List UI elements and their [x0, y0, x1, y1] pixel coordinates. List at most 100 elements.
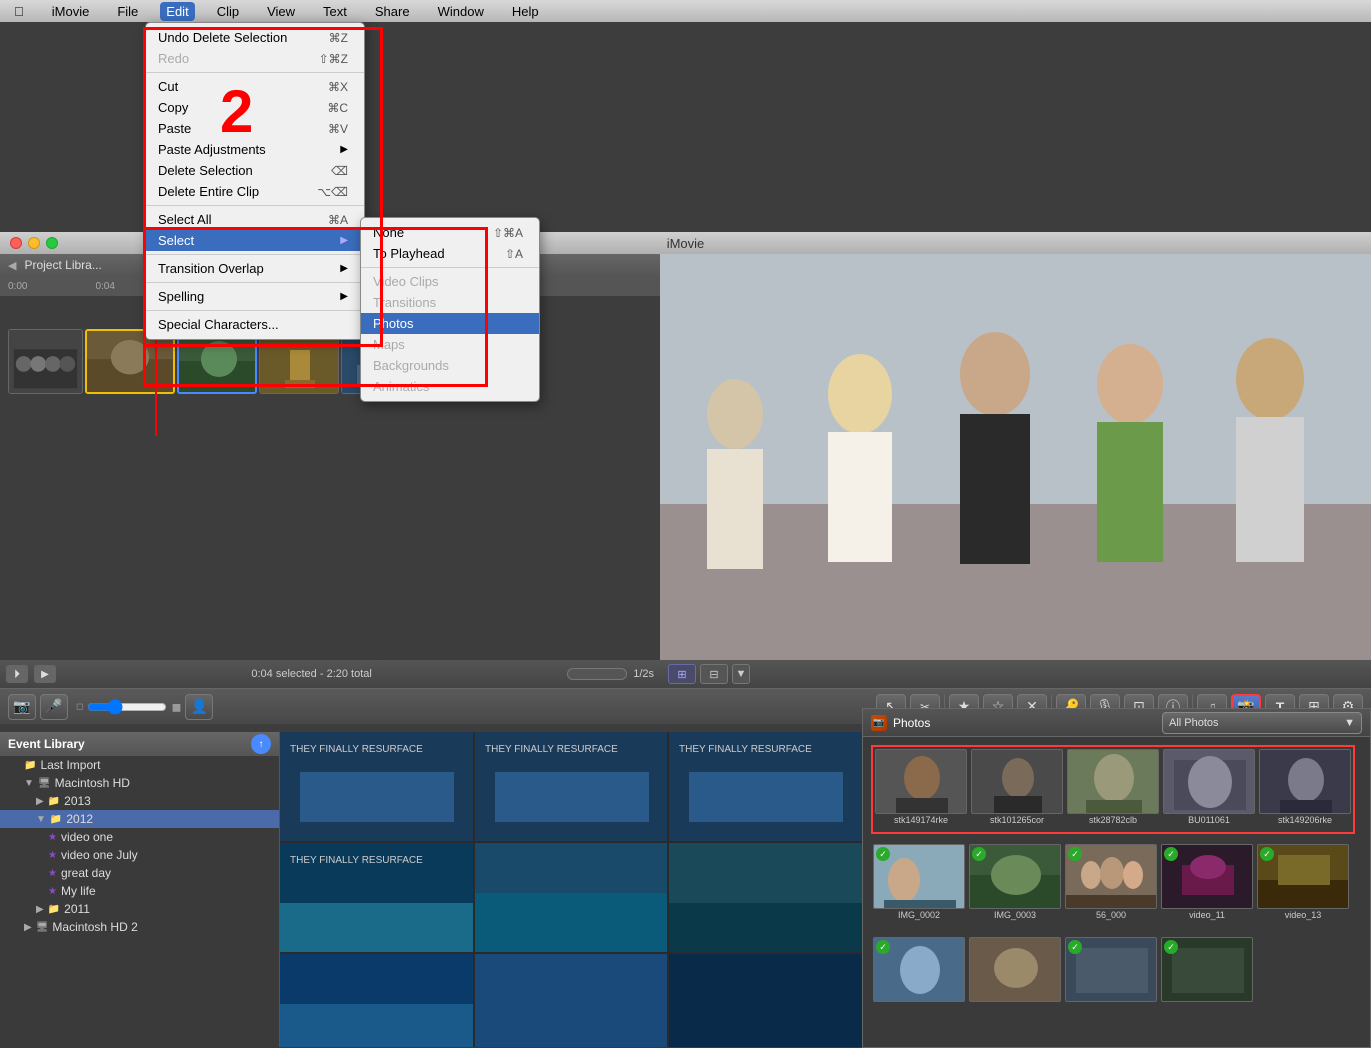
- event-thumb-8[interactable]: [475, 954, 668, 1047]
- tree-item-great-day[interactable]: ★ great day: [0, 864, 279, 882]
- photo-caption-8: 56_000: [1096, 910, 1126, 920]
- tree-item-video-one[interactable]: ★ video one: [0, 828, 279, 846]
- separator-1: [146, 72, 364, 73]
- imovie-menu[interactable]: iMovie: [46, 2, 96, 21]
- photo-item-9[interactable]: ✓ video_11: [1161, 844, 1253, 925]
- photo-caption-10: video_13: [1285, 910, 1322, 920]
- tree-item-2013[interactable]: ▶ 📁 2013: [0, 792, 279, 810]
- event-thumb-5[interactable]: [475, 843, 668, 952]
- menu-delete-entire-clip[interactable]: Delete Entire Clip ⌥⌫: [146, 181, 364, 202]
- tree-item-macintosh-hd2[interactable]: ▶ 🖥 Macintosh HD 2: [0, 918, 279, 936]
- photo-item-7[interactable]: ✓ IMG_0003: [969, 844, 1061, 925]
- window-controls: [10, 237, 58, 249]
- imovie-window: iMovie ◀ Project Libra... 0:00 0:04 0:08…: [0, 22, 1371, 1026]
- annotation-number: 2: [220, 77, 253, 146]
- event-library-icon[interactable]: ↑: [251, 734, 271, 754]
- event-thumbnails: THEY FINALLY RESURFACE THEY FINALLY RESU…: [280, 732, 862, 1047]
- event-thumb-9[interactable]: [669, 954, 862, 1047]
- photo-item-11[interactable]: ✓: [873, 937, 965, 1007]
- menu-undo[interactable]: Undo Delete Selection ⌘Z: [146, 27, 364, 48]
- view-mode-button-1[interactable]: ⊞: [668, 664, 696, 684]
- menu-copy[interactable]: Copy ⌘C: [146, 97, 364, 118]
- tree-item-my-life[interactable]: ★ My life: [0, 882, 279, 900]
- play-button[interactable]: ▶: [34, 665, 56, 683]
- event-thumb-1[interactable]: THEY FINALLY RESURFACE: [280, 732, 473, 841]
- photo-item-13[interactable]: ✓: [1065, 937, 1157, 1007]
- photo-item-5[interactable]: stk149206rke: [1259, 749, 1351, 830]
- menu-select-all[interactable]: Select All ⌘A: [146, 209, 364, 230]
- event-thumb-4[interactable]: THEY FINALLY RESURFACE: [280, 843, 473, 952]
- photo-item-6[interactable]: ✓ IMG_0002: [873, 844, 965, 925]
- clip-6[interactable]: [403, 329, 463, 394]
- menu-paste-adjustments[interactable]: Paste Adjustments ▶: [146, 139, 364, 160]
- share-menu[interactable]: Share: [369, 2, 416, 21]
- photos-title: Photos: [893, 716, 930, 730]
- photo-item-14[interactable]: ✓: [1161, 937, 1253, 1007]
- photo-item-8[interactable]: ✓ 56_000: [1065, 844, 1157, 925]
- check-badge-9: ✓: [1164, 847, 1178, 861]
- photo-item-2[interactable]: stk101265cor: [971, 749, 1063, 830]
- clip-4[interactable]: [259, 329, 339, 394]
- photo-caption-1: stk149174rke: [894, 815, 948, 825]
- clip-menu[interactable]: Clip: [211, 2, 245, 21]
- check-badge-11: ✓: [876, 940, 890, 954]
- event-thumb-row-3: [280, 954, 862, 1047]
- status-display: 0:04 selected - 2:20 total: [62, 668, 561, 680]
- photo-item-1[interactable]: stk149174rke: [875, 749, 967, 830]
- clip-2-selected[interactable]: [85, 329, 175, 394]
- preview-toolbar: ⊞ ⊟ ▼: [660, 660, 1371, 688]
- help-menu[interactable]: Help: [506, 2, 545, 21]
- clip-5[interactable]: [341, 329, 401, 394]
- event-thumb-3[interactable]: THEY FINALLY RESURFACE: [669, 732, 862, 841]
- menu-paste[interactable]: Paste ⌘V: [146, 118, 364, 139]
- play-fullscreen-button[interactable]: ⏵: [6, 665, 28, 683]
- photos-dropdown[interactable]: All Photos ▼: [1162, 712, 1362, 734]
- close-button[interactable]: [10, 237, 22, 249]
- photo-caption-7: IMG_0003: [994, 910, 1036, 920]
- clip-3[interactable]: [177, 329, 257, 394]
- tree-item-2012[interactable]: ▼ 📁 2012: [0, 810, 279, 828]
- menu-delete-selection[interactable]: Delete Selection ⌫: [146, 160, 364, 181]
- check-badge-10: ✓: [1260, 847, 1274, 861]
- view-menu[interactable]: View: [261, 2, 301, 21]
- file-menu[interactable]: File: [111, 2, 144, 21]
- event-thumb-7[interactable]: [280, 954, 473, 1047]
- people-detect-icon[interactable]: 👤: [185, 694, 213, 720]
- menubar:  iMovie File Edit Clip View Text Share …: [0, 0, 1371, 22]
- photo-caption-2: stk101265cor: [990, 815, 1044, 825]
- photos-panel-header: 📷 Photos All Photos ▼: [863, 709, 1370, 737]
- menu-cut[interactable]: Cut ⌘X: [146, 76, 364, 97]
- photo-caption-9: video_11: [1189, 910, 1225, 920]
- photo-item-12[interactable]: [969, 937, 1061, 1007]
- window-menu[interactable]: Window: [432, 2, 490, 21]
- size-slider[interactable]: [87, 699, 167, 715]
- event-thumb-2[interactable]: THEY FINALLY RESURFACE: [475, 732, 668, 841]
- apple-menu[interactable]: : [8, 2, 30, 21]
- playhead[interactable]: [155, 276, 157, 436]
- tree-item-video-one-july[interactable]: ★ video one July: [0, 846, 279, 864]
- edit-menu-item[interactable]: Edit: [160, 2, 194, 21]
- photo-caption-5: stk149206rke: [1278, 815, 1332, 825]
- tree-item-macintosh-hd[interactable]: ▼ 🖥 Macintosh HD: [0, 774, 279, 792]
- project-library-header: ◀ Project Libra...: [0, 254, 660, 276]
- photos-grid: stk149174rke stk101265cor stk28782clb: [863, 737, 1370, 1017]
- photo-item-3[interactable]: stk28782clb: [1067, 749, 1159, 830]
- voiceover-icon[interactable]: 🎤: [40, 694, 68, 720]
- event-thumb-6[interactable]: [669, 843, 862, 952]
- tree-item-2011[interactable]: ▶ 📁 2011: [0, 900, 279, 918]
- back-arrow[interactable]: ◀: [8, 259, 16, 272]
- tree-item-last-import[interactable]: 📁 Last Import: [0, 756, 279, 774]
- photo-item-4[interactable]: BU011061: [1163, 749, 1255, 830]
- photo-item-10[interactable]: ✓ video_13: [1257, 844, 1349, 925]
- event-library-title: Event Library: [8, 737, 85, 751]
- minimize-button[interactable]: [28, 237, 40, 249]
- scrubber-control[interactable]: [567, 668, 627, 680]
- zoom-level: 1/2s: [633, 668, 654, 680]
- maximize-button[interactable]: [46, 237, 58, 249]
- camera-icon[interactable]: 📷: [8, 694, 36, 720]
- view-mode-button-2[interactable]: ⊟: [700, 664, 728, 684]
- check-badge-13: ✓: [1068, 940, 1082, 954]
- view-mode-button-3[interactable]: ▼: [732, 664, 750, 684]
- text-menu[interactable]: Text: [317, 2, 353, 21]
- clip-1[interactable]: [8, 329, 83, 394]
